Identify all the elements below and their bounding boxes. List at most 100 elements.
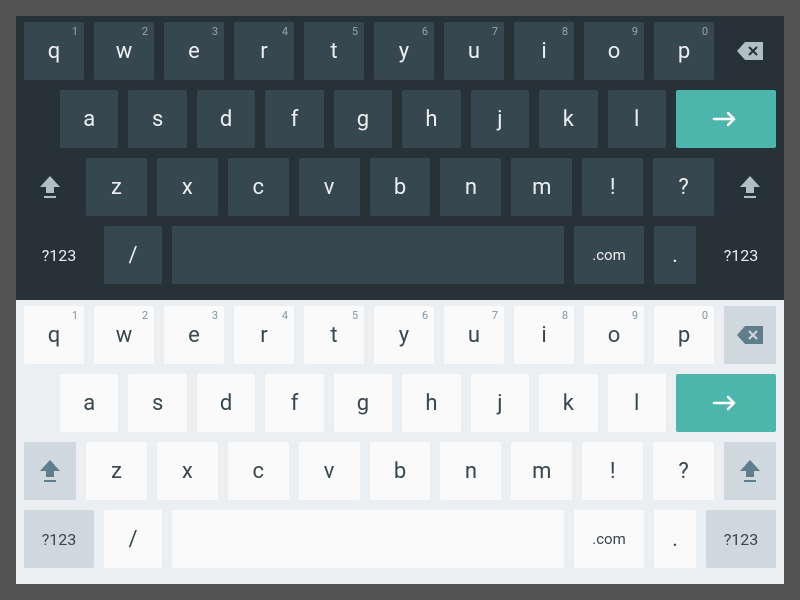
key-a[interactable]: a: [60, 90, 118, 148]
key-j[interactable]: j: [471, 374, 529, 432]
key-label: g: [357, 391, 369, 416]
key-label: .: [672, 243, 678, 268]
key-b[interactable]: b: [370, 158, 431, 216]
key-label: o: [608, 323, 621, 348]
key-e[interactable]: e3: [164, 306, 224, 364]
key-backspace[interactable]: [724, 306, 776, 364]
key-label: ?: [678, 175, 688, 200]
key-n[interactable]: n: [440, 158, 501, 216]
key-space[interactable]: [172, 510, 564, 568]
key-label: h: [425, 107, 437, 132]
key-r[interactable]: r4: [234, 306, 294, 364]
key-super: 0: [702, 25, 708, 38]
backspace-icon: [737, 326, 763, 344]
key-u[interactable]: u7: [444, 22, 504, 80]
key-label: l: [634, 391, 639, 416]
key-i[interactable]: i8: [514, 22, 574, 80]
key-symbols-right[interactable]: ?123: [706, 226, 776, 284]
key-symbols-left[interactable]: ?123: [24, 510, 94, 568]
key-slash[interactable]: /: [104, 226, 162, 284]
key-label: ?: [678, 459, 688, 484]
key-exclaim[interactable]: !: [582, 442, 643, 500]
key-slash[interactable]: /: [104, 510, 162, 568]
key-c[interactable]: c: [228, 442, 289, 500]
key-z[interactable]: z: [86, 158, 147, 216]
key-i[interactable]: i8: [514, 306, 574, 364]
key-shift-left[interactable]: [24, 442, 76, 500]
key-l[interactable]: l: [608, 90, 666, 148]
key-x[interactable]: x: [157, 158, 218, 216]
key-m[interactable]: m: [511, 158, 572, 216]
key-x[interactable]: x: [157, 442, 218, 500]
key-shift-left[interactable]: [24, 158, 76, 216]
key-k[interactable]: k: [539, 90, 597, 148]
key-question[interactable]: ?: [653, 442, 714, 500]
key-u[interactable]: u7: [444, 306, 504, 364]
key-label: p: [678, 39, 690, 64]
key-y[interactable]: y6: [374, 22, 434, 80]
key-label: c: [252, 175, 264, 200]
key-d[interactable]: d: [197, 90, 255, 148]
key-h[interactable]: h: [402, 90, 460, 148]
key-q[interactable]: q1: [24, 22, 84, 80]
key-period[interactable]: .: [654, 226, 696, 284]
key-super: 4: [282, 309, 288, 322]
key-g[interactable]: g: [334, 90, 392, 148]
key-p[interactable]: p0: [654, 22, 714, 80]
key-z[interactable]: z: [86, 442, 147, 500]
key-period[interactable]: .: [654, 510, 696, 568]
key-q[interactable]: q1: [24, 306, 84, 364]
key-v[interactable]: v: [299, 158, 360, 216]
key-h[interactable]: h: [402, 374, 460, 432]
key-super: 8: [562, 25, 568, 38]
key-symbols-left[interactable]: ?123: [24, 226, 94, 284]
key-symbols-right[interactable]: ?123: [706, 510, 776, 568]
key-exclaim[interactable]: !: [582, 158, 643, 216]
key-super: 3: [212, 309, 218, 322]
key-shift-right[interactable]: [724, 442, 776, 500]
key-f[interactable]: f: [265, 90, 323, 148]
key-s[interactable]: s: [128, 90, 186, 148]
key-a[interactable]: a: [60, 374, 118, 432]
key-enter[interactable]: [676, 374, 776, 432]
arrow-right-icon: [712, 395, 740, 411]
key-b[interactable]: b: [370, 442, 431, 500]
key-label: y: [399, 323, 409, 348]
shift-icon: [40, 460, 60, 482]
key-w[interactable]: w2: [94, 22, 154, 80]
key-r[interactable]: r4: [234, 22, 294, 80]
key-f[interactable]: f: [265, 374, 323, 432]
key-o[interactable]: o9: [584, 306, 644, 364]
key-e[interactable]: e3: [164, 22, 224, 80]
key-s[interactable]: s: [128, 374, 186, 432]
key-o[interactable]: o9: [584, 22, 644, 80]
key-label: n: [465, 459, 477, 484]
key-label: u: [468, 39, 480, 64]
key-shift-right[interactable]: [724, 158, 776, 216]
key-t[interactable]: t5: [304, 22, 364, 80]
key-d[interactable]: d: [197, 374, 255, 432]
key-k[interactable]: k: [539, 374, 597, 432]
key-c[interactable]: c: [228, 158, 289, 216]
key-dotcom[interactable]: .com: [574, 226, 644, 284]
key-dotcom[interactable]: .com: [574, 510, 644, 568]
key-label: ?123: [42, 246, 77, 265]
key-space[interactable]: [172, 226, 564, 284]
key-m[interactable]: m: [511, 442, 572, 500]
key-l[interactable]: l: [608, 374, 666, 432]
key-v[interactable]: v: [299, 442, 360, 500]
key-super: 9: [632, 25, 638, 38]
key-super: 6: [422, 309, 428, 322]
key-j[interactable]: j: [471, 90, 529, 148]
key-t[interactable]: t5: [304, 306, 364, 364]
key-n[interactable]: n: [440, 442, 501, 500]
key-y[interactable]: y6: [374, 306, 434, 364]
key-p[interactable]: p0: [654, 306, 714, 364]
key-w[interactable]: w2: [94, 306, 154, 364]
key-question[interactable]: ?: [653, 158, 714, 216]
row-2: a s d f g h j k l: [24, 90, 776, 148]
key-enter[interactable]: [676, 90, 776, 148]
key-label: !: [610, 459, 616, 484]
key-backspace[interactable]: [724, 22, 776, 80]
key-g[interactable]: g: [334, 374, 392, 432]
